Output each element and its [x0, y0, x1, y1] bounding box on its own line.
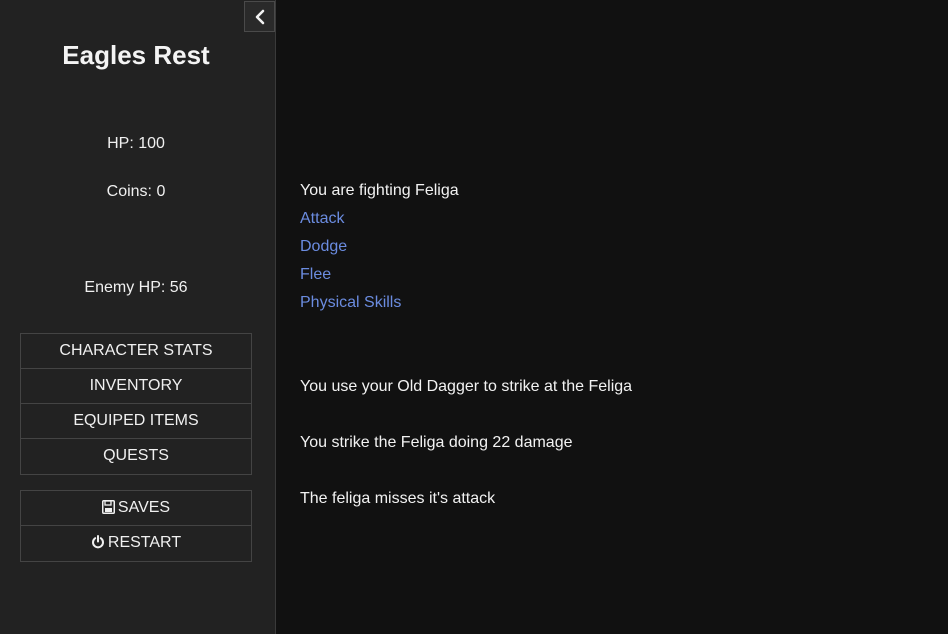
- combat-intro: You are fighting Feliga: [300, 182, 459, 199]
- combat-log-line: You use your Old Dagger to strike at the…: [300, 378, 633, 395]
- restart-button[interactable]: RESTART: [21, 526, 251, 561]
- menu-character-stats[interactable]: CHARACTER STATS: [21, 334, 251, 369]
- physical-skills-link[interactable]: Physical Skills: [300, 294, 401, 311]
- story-title: Eagles Rest: [62, 40, 210, 70]
- floppy-disk-icon: [101, 500, 115, 514]
- combat-log-line: You strike the Feliga doing 22 damage: [300, 434, 573, 451]
- coins-stat: Coins: 0: [106, 183, 166, 200]
- chevron-left-icon: [255, 9, 264, 24]
- flee-link[interactable]: Flee: [300, 266, 331, 283]
- restart-label: RESTART: [107, 534, 182, 551]
- saves-button[interactable]: SAVES: [21, 491, 251, 526]
- power-icon: [91, 535, 104, 549]
- ui-bar: Eagles Rest HP: 100 Coins: 0 Enemy HP: 5…: [0, 0, 276, 634]
- menu-inventory[interactable]: INVENTORY: [21, 369, 251, 404]
- dodge-link[interactable]: Dodge: [300, 238, 347, 255]
- hp-stat: HP: 100: [107, 135, 165, 152]
- collapse-sidebar-button[interactable]: [244, 1, 275, 32]
- menu-quests[interactable]: QUESTS: [21, 439, 251, 474]
- game-menu: SAVES RESTART: [20, 490, 252, 562]
- menu-equiped-items[interactable]: EQUIPED ITEMS: [21, 404, 251, 439]
- story-menu: CHARACTER STATS INVENTORY EQUIPED ITEMS …: [20, 333, 252, 475]
- enemy-hp-stat: Enemy HP: 56: [84, 279, 188, 296]
- attack-link[interactable]: Attack: [300, 210, 344, 227]
- combat-log-line: The feliga misses it's attack: [300, 490, 496, 507]
- saves-label: SAVES: [117, 499, 171, 516]
- story-passage: You are fighting Feliga Attack Dodge Fle…: [300, 181, 632, 517]
